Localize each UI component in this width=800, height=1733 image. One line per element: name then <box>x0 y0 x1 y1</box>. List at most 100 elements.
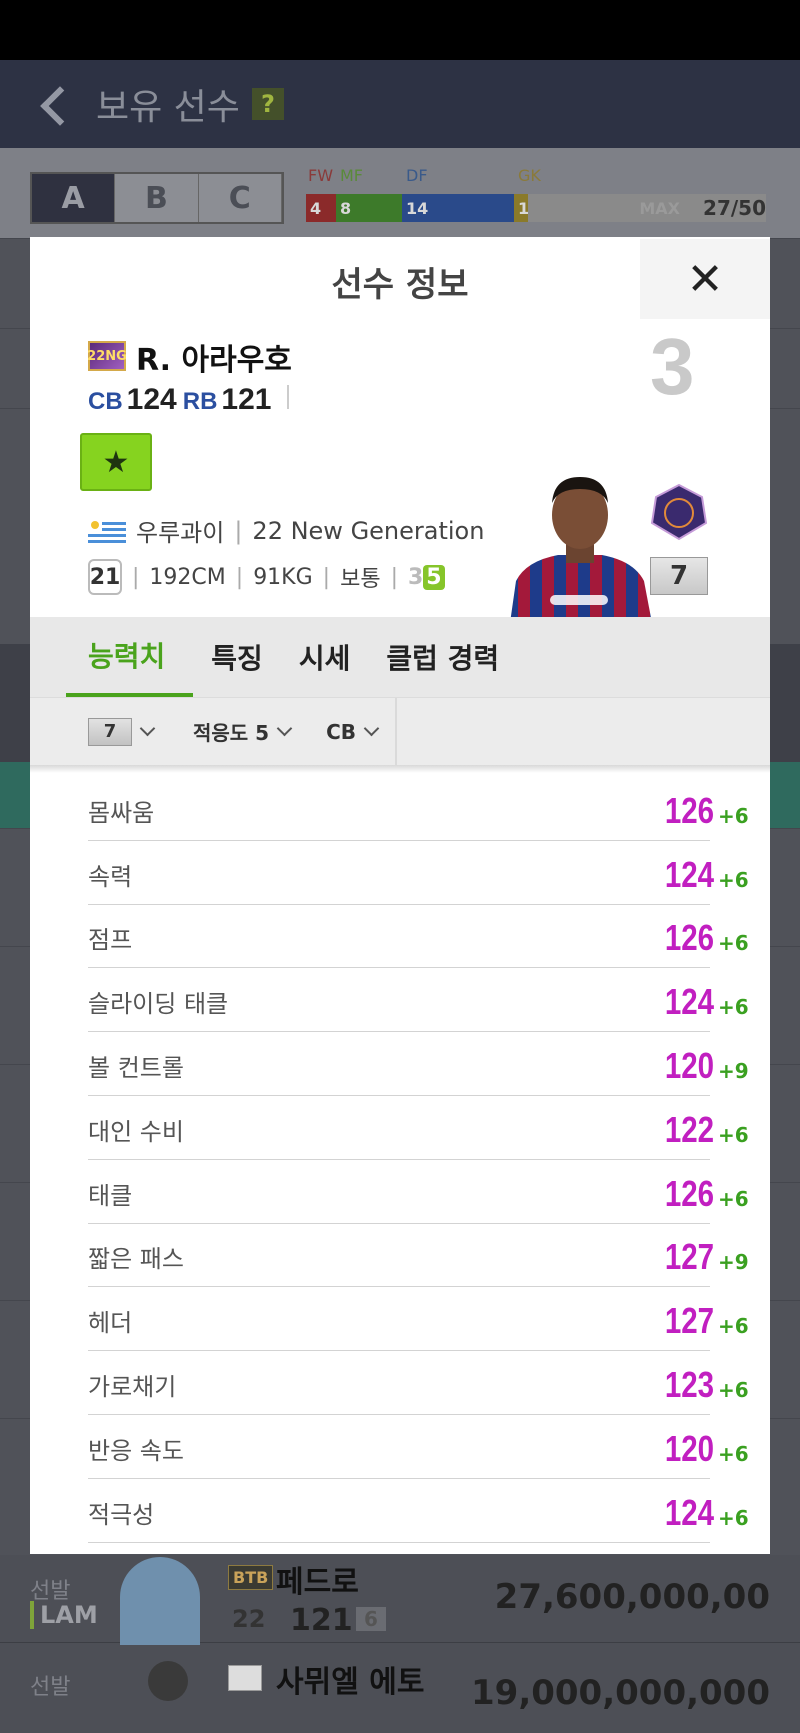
position-count-bar: FW MF DF GK 4 8 14 1 MAX <box>306 166 766 224</box>
stat-name: 대인 수비 <box>88 1117 184 1146</box>
stat-row: 반응 속도 120 +6 <box>88 1415 749 1479</box>
stat-value: 124 <box>664 853 714 895</box>
body-type: 보통 <box>340 567 381 592</box>
squad-tab-c[interactable]: C <box>198 174 282 222</box>
close-icon: ✕ <box>686 253 724 305</box>
stat-value: 126 <box>664 1172 714 1214</box>
stat-value: 122 <box>664 1108 714 1150</box>
divider: | <box>322 564 331 590</box>
stat-bonus: +9 <box>718 1250 749 1275</box>
stat-name: 슬라이딩 태클 <box>88 990 229 1019</box>
stat-value: 127 <box>664 1236 714 1278</box>
stat-bonus: +6 <box>718 1377 749 1402</box>
gk-count: 1 <box>514 194 529 222</box>
divider: | <box>235 564 244 590</box>
stat-bonus: +9 <box>718 1058 749 1083</box>
stat-name: 몸싸움 <box>88 798 155 827</box>
stat-name: 짧은 패스 <box>88 1245 184 1274</box>
favorite-star-button[interactable]: ★ <box>80 433 152 491</box>
stat-value: 126 <box>664 917 714 959</box>
player-row[interactable]: 선발 사뮈엘 에토 19,000,000,000 <box>0 1643 800 1731</box>
adaptability-value: 적응도 5 <box>193 721 270 745</box>
height: 192CM <box>149 564 226 590</box>
help-button[interactable]: ? <box>251 88 284 120</box>
back-arrow-icon[interactable] <box>34 84 74 124</box>
lineup-label: 선발 <box>30 1675 71 1700</box>
stat-name: 속력 <box>88 862 133 891</box>
season-badge: BTB <box>228 1565 274 1590</box>
star-icon: ★ <box>102 444 130 480</box>
close-button[interactable]: ✕ <box>640 239 770 319</box>
stat-row: 슬라이딩 태클 124 +6 <box>88 968 749 1033</box>
position-ratings: CB 124 RB 121 <box>88 383 290 417</box>
grade-dropdown[interactable]: 7 <box>30 717 156 746</box>
stat-bonus: +6 <box>718 1314 749 1339</box>
divider <box>287 385 290 409</box>
position-dropdown[interactable]: CB <box>326 720 380 744</box>
tab-price[interactable]: 시세 <box>281 617 369 697</box>
fw-count: 4 <box>306 194 336 222</box>
player-name: R. 아라우호 <box>136 343 292 378</box>
divider <box>30 765 770 773</box>
tab-traits[interactable]: 특징 <box>193 617 281 697</box>
pos-label-fw: FW <box>308 166 334 185</box>
status-bar <box>0 0 800 60</box>
stat-bonus: +6 <box>718 1505 749 1530</box>
tab-club-history[interactable]: 클럽 경력 <box>368 617 517 697</box>
nationality: 우루과이 <box>136 519 225 547</box>
player-portrait <box>510 477 652 623</box>
age-badge: 21 <box>88 559 122 595</box>
pos-label-df: DF <box>406 166 428 185</box>
grade-badge: 7 <box>650 557 708 595</box>
divider: | <box>132 564 140 590</box>
stat-row: 몸싸움 126 +6 <box>88 777 749 841</box>
app-header: 보유 선수 ? <box>0 60 800 148</box>
stat-name: 볼 컨트롤 <box>88 1053 184 1082</box>
stat-bonus: +6 <box>718 1186 749 1211</box>
adaptability-dropdown[interactable]: 적응도 5 <box>193 717 293 746</box>
player-age: 22 <box>232 1605 266 1633</box>
new-generation-emblem-icon <box>650 483 708 541</box>
filter-bar: 7 적응도 5 CB <box>30 697 770 766</box>
pos-label-gk: GK <box>518 166 541 185</box>
player-info-modal: 선수 정보 ✕ 22NG R. 아라우호 CB 124 RB 121 3 ★ 우… <box>30 237 770 1554</box>
rating-secondary: 121 <box>221 383 272 416</box>
weight: 91KG <box>253 564 313 590</box>
player-name: 사뮈엘 에토 <box>276 1665 425 1700</box>
nationality-row: 우루과이 | 22 New Generation <box>88 513 484 548</box>
stat-row: 가로채기 123 +6 <box>88 1351 749 1415</box>
df-count: 14 <box>402 194 514 222</box>
tab-stats[interactable]: 능력치 <box>66 617 194 697</box>
season-badge: 22NG <box>87 341 127 371</box>
squad-tab-a[interactable]: A <box>32 174 116 222</box>
stat-bonus: +6 <box>718 1441 749 1466</box>
stat-row: 짧은 패스 127 +9 <box>88 1224 749 1288</box>
pos-label-mf: MF <box>340 166 364 185</box>
row-position: LAM <box>30 1601 98 1629</box>
player-price: 27,600,000,00 <box>494 1577 770 1617</box>
stat-value: 123 <box>664 1363 714 1405</box>
stat-name: 가로채기 <box>88 1372 177 1401</box>
info-tabs: 능력치 특징 시세 클럽 경력 <box>30 617 770 697</box>
player-name: 페드로 <box>276 1565 359 1600</box>
stat-bonus: +6 <box>718 995 749 1020</box>
uruguay-flag-icon <box>88 518 126 543</box>
player-grade: 6 <box>356 1607 386 1631</box>
enhancement-level: 3 <box>650 322 695 411</box>
stat-row: 대인 수비 122 +6 <box>88 1096 749 1160</box>
stat-value: 124 <box>664 981 714 1023</box>
chevron-down-icon <box>276 720 293 737</box>
squad-tab-b[interactable]: B <box>115 174 199 222</box>
stat-row: 태클 126 +6 <box>88 1160 749 1224</box>
position-secondary: RB <box>182 388 218 415</box>
position-primary: CB <box>88 388 123 415</box>
player-row[interactable]: 선발 LAM BTB 페드로 22 121 6 27,600,000,00 <box>0 1555 800 1645</box>
mf-count: 8 <box>336 194 402 222</box>
stat-value: 120 <box>664 1044 714 1086</box>
stat-value: 124 <box>664 1491 714 1533</box>
stat-value: 120 <box>664 1427 714 1469</box>
position-strip: 4 8 14 1 MAX <box>306 194 766 222</box>
stat-value: 126 <box>664 789 714 831</box>
stat-name: 적극성 <box>88 1500 155 1529</box>
weak-foot: 3 <box>407 564 424 590</box>
